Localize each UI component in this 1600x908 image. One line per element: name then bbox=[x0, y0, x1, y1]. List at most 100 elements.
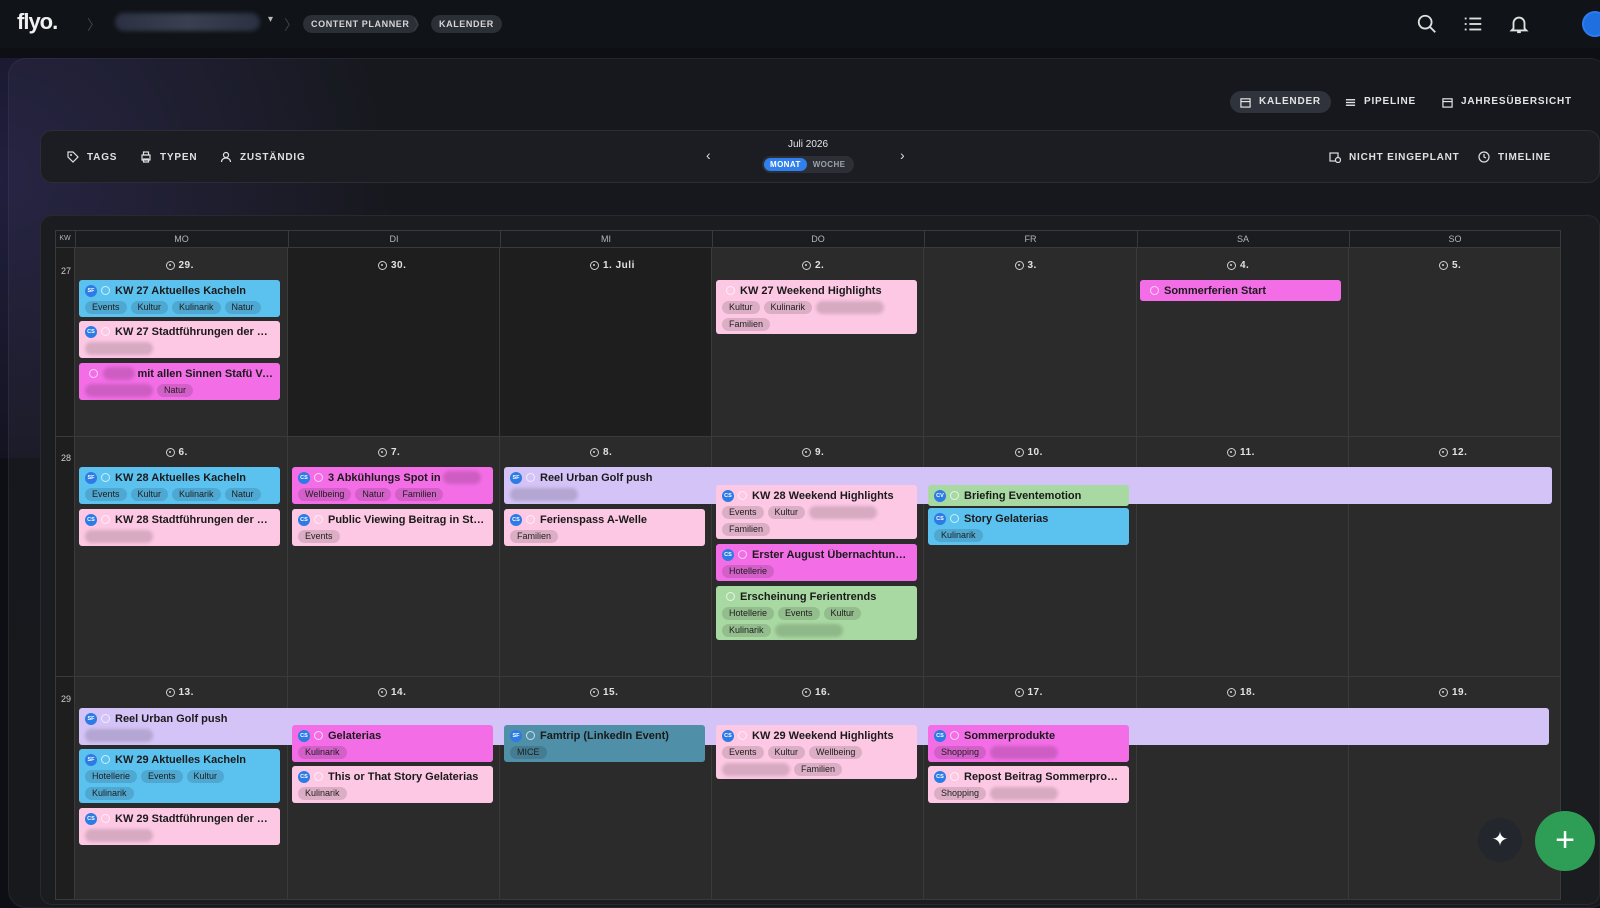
status-check-icon[interactable] bbox=[101, 814, 110, 823]
status-check-icon[interactable] bbox=[314, 515, 323, 524]
workspace-selector[interactable] bbox=[115, 13, 260, 31]
add-content-button[interactable]: + bbox=[1535, 811, 1595, 871]
filter-tags[interactable]: TAGS bbox=[67, 150, 117, 164]
content-card[interactable]: CS KW 29 Weekend Highlights Events Kultur We… bbox=[716, 725, 917, 779]
day-number[interactable]: 15. bbox=[590, 687, 618, 698]
status-check-icon[interactable] bbox=[950, 772, 959, 781]
day-number[interactable]: 14. bbox=[378, 687, 406, 698]
add-circle-icon[interactable] bbox=[590, 261, 599, 270]
add-circle-icon[interactable] bbox=[1014, 448, 1024, 457]
day-cell[interactable] bbox=[500, 248, 712, 437]
breadcrumb-content-planner[interactable]: CONTENT PLANNER bbox=[303, 15, 418, 33]
status-check-icon[interactable] bbox=[738, 491, 747, 500]
content-card[interactable]: CS KW 28 Weekend Highlights Events Kultur Fa… bbox=[716, 485, 917, 539]
chevron-down-icon[interactable]: ▾ bbox=[268, 14, 273, 25]
content-card[interactable]: Erscheinung Ferientrends Hotellerie Events… bbox=[716, 586, 917, 640]
add-circle-icon[interactable] bbox=[802, 448, 811, 457]
ai-assistant-button[interactable]: ✦ bbox=[1478, 818, 1522, 862]
content-card[interactable]: CS Ferienspass A-Welle Familien bbox=[504, 509, 705, 546]
content-card[interactable]: CS Repost Beitrag Sommerprodu... Shopping bbox=[928, 766, 1129, 803]
status-check-icon[interactable] bbox=[101, 755, 110, 764]
status-check-icon[interactable] bbox=[101, 327, 110, 336]
status-check-icon[interactable] bbox=[950, 491, 959, 500]
status-check-icon[interactable] bbox=[526, 731, 535, 740]
add-circle-icon[interactable] bbox=[1439, 448, 1448, 457]
day-number[interactable]: 17. bbox=[1014, 687, 1043, 698]
add-circle-icon[interactable] bbox=[378, 261, 387, 270]
prev-month-button[interactable]: ‹ bbox=[706, 147, 711, 163]
status-check-icon[interactable] bbox=[950, 731, 959, 740]
content-card[interactable]: SF Famtrip (LinkedIn Event) MICE bbox=[504, 725, 705, 762]
day-number[interactable]: 3. bbox=[1014, 260, 1037, 271]
add-circle-icon[interactable] bbox=[590, 688, 599, 697]
add-circle-icon[interactable] bbox=[378, 448, 387, 457]
day-number[interactable]: 12. bbox=[1439, 447, 1467, 458]
day-number[interactable]: 8. bbox=[590, 447, 612, 458]
add-circle-icon[interactable] bbox=[1227, 448, 1236, 457]
day-cell[interactable] bbox=[1349, 248, 1561, 437]
day-number[interactable]: 9. bbox=[802, 447, 824, 458]
content-card[interactable]: CS KW 28 Stadtführungen der Wo... bbox=[79, 509, 280, 546]
status-check-icon[interactable] bbox=[1150, 286, 1159, 295]
add-circle-icon[interactable] bbox=[590, 448, 599, 457]
day-number[interactable]: 4. bbox=[1227, 260, 1249, 271]
content-card[interactable]: mit allen Sinnen Stafü Vor... Natur bbox=[79, 363, 280, 400]
add-circle-icon[interactable] bbox=[165, 688, 175, 697]
content-card[interactable]: CS Sommerprodukte Shopping bbox=[928, 725, 1129, 762]
day-number[interactable]: 19. bbox=[1439, 687, 1467, 698]
status-check-icon[interactable] bbox=[738, 731, 747, 740]
day-number[interactable]: 13. bbox=[165, 687, 194, 698]
status-check-icon[interactable] bbox=[101, 515, 110, 524]
content-card[interactable]: CS Public Viewing Beitrag in Stor... Event… bbox=[292, 509, 493, 546]
status-check-icon[interactable] bbox=[101, 286, 110, 295]
status-check-icon[interactable] bbox=[526, 473, 535, 482]
status-check-icon[interactable] bbox=[738, 550, 747, 559]
status-check-icon[interactable] bbox=[89, 369, 98, 378]
status-check-icon[interactable] bbox=[314, 731, 323, 740]
day-cell[interactable] bbox=[1137, 248, 1349, 437]
nicht-eingeplant-button[interactable]: NICHT EINGEPLANT bbox=[1329, 150, 1460, 164]
status-check-icon[interactable] bbox=[726, 286, 735, 295]
add-circle-icon[interactable] bbox=[1227, 688, 1236, 697]
content-card[interactable]: SF KW 28 Aktuelles Kacheln Events Kultur Kul… bbox=[79, 467, 280, 504]
status-check-icon[interactable] bbox=[314, 473, 323, 482]
day-number[interactable]: 16. bbox=[802, 687, 830, 698]
add-circle-icon[interactable] bbox=[1014, 261, 1024, 270]
status-check-icon[interactable] bbox=[314, 772, 323, 781]
add-circle-icon[interactable] bbox=[1227, 261, 1236, 270]
status-check-icon[interactable] bbox=[726, 592, 735, 601]
day-number[interactable]: 29. bbox=[165, 260, 194, 271]
add-circle-icon[interactable] bbox=[165, 261, 175, 270]
timeline-button[interactable]: TIMELINE bbox=[1478, 150, 1551, 164]
toggle-monat[interactable]: MONAT bbox=[764, 158, 807, 171]
bell-icon[interactable] bbox=[1508, 13, 1530, 35]
breadcrumb-kalender[interactable]: KALENDER bbox=[431, 15, 502, 33]
content-card[interactable]: CS 3 Abkühlungs Spot in Wellbeing Natur Fami… bbox=[292, 467, 493, 504]
day-number[interactable]: 2. bbox=[802, 260, 824, 271]
list-icon[interactable] bbox=[1462, 13, 1484, 35]
content-card[interactable]: CS Gelaterias Kulinarik bbox=[292, 725, 493, 762]
day-cell[interactable] bbox=[288, 248, 500, 437]
day-cell[interactable] bbox=[712, 248, 924, 437]
add-circle-icon[interactable] bbox=[1439, 261, 1448, 270]
day-number[interactable]: 7. bbox=[378, 447, 400, 458]
add-circle-icon[interactable] bbox=[378, 688, 387, 697]
tab-kalender[interactable]: KALENDER bbox=[1230, 91, 1331, 113]
filter-typen[interactable]: TYPEN bbox=[140, 150, 197, 164]
add-circle-icon[interactable] bbox=[1014, 688, 1024, 697]
filter-zustaendig[interactable]: ZUSTÄNDIG bbox=[220, 150, 306, 164]
content-card[interactable]: CS Story Gelaterias Kulinarik bbox=[928, 508, 1129, 545]
day-number[interactable]: 10. bbox=[1014, 447, 1043, 458]
day-number[interactable]: 6. bbox=[165, 447, 188, 458]
toggle-woche[interactable]: WOCHE bbox=[807, 158, 852, 171]
content-card[interactable]: CV Briefing Eventemotion bbox=[928, 485, 1129, 506]
next-month-button[interactable]: › bbox=[900, 147, 905, 163]
logo[interactable]: flyo. bbox=[17, 9, 58, 35]
content-card[interactable]: SF KW 29 Aktuelles Kacheln Hotellerie Event… bbox=[79, 749, 280, 803]
status-check-icon[interactable] bbox=[101, 473, 110, 482]
status-check-icon[interactable] bbox=[101, 714, 110, 723]
day-number[interactable]: 30. bbox=[378, 260, 406, 271]
content-card[interactable]: CS KW 29 Stadtführungen der Wo... bbox=[79, 808, 280, 845]
tab-pipeline[interactable]: PIPELINE bbox=[1335, 91, 1426, 113]
add-circle-icon[interactable] bbox=[802, 261, 811, 270]
